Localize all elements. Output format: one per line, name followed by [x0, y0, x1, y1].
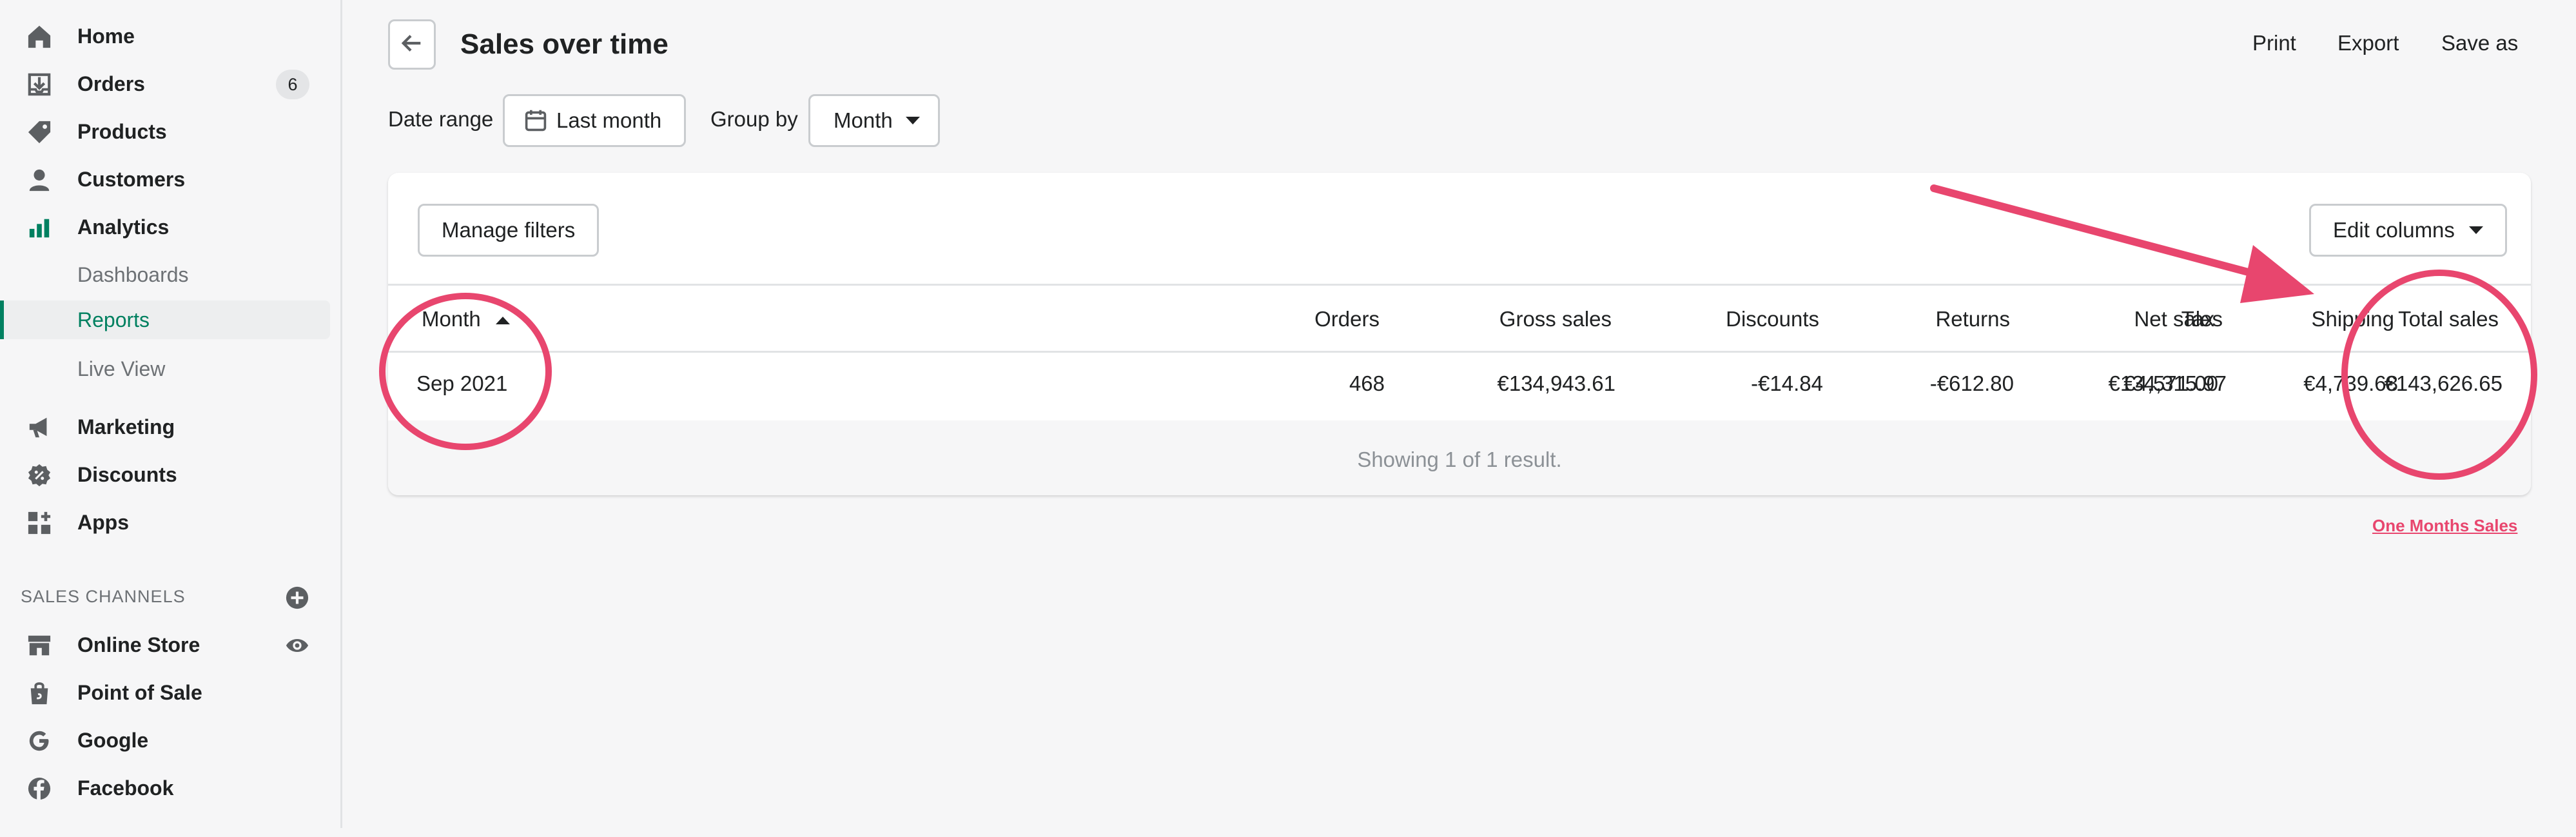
arrow-line [1930, 184, 2267, 280]
cell-tax: €4,571.00 [2123, 371, 2218, 395]
calendar-icon [524, 109, 547, 132]
back-button[interactable] [388, 19, 436, 70]
sidebar-item-label: Analytics [77, 215, 170, 239]
column-header-gross-sales[interactable]: Gross sales [1499, 307, 1612, 331]
sidebar-item-orders[interactable]: Orders 6 [0, 64, 330, 103]
highlight-circle-total-sales [2341, 270, 2537, 480]
edit-columns-label: Edit columns [2333, 218, 2455, 242]
person-icon [26, 166, 53, 193]
manage-filters-button[interactable]: Manage filters [418, 204, 600, 257]
sidebar-item-label: Reports [77, 308, 150, 331]
arrow-head [2240, 245, 2314, 303]
group-by-label: Group by [710, 107, 798, 131]
sidebar-item-online-store[interactable]: Online Store [0, 625, 330, 664]
orders-count-badge: 6 [276, 70, 309, 99]
add-channel-icon[interactable] [284, 584, 311, 611]
sidebar-item-label: Apps [77, 510, 129, 534]
sidebar-item-label: Home [77, 24, 135, 48]
column-header-returns[interactable]: Returns [1935, 307, 2010, 331]
chevron-down-icon [905, 117, 920, 124]
bar-chart-icon [26, 214, 53, 241]
page-title: Sales over time [460, 28, 668, 60]
home-icon [26, 23, 53, 50]
sidebar-item-reports[interactable]: Reports [0, 300, 330, 339]
date-range-button[interactable]: Last month [503, 94, 686, 147]
column-header-orders[interactable]: Orders [1314, 307, 1380, 331]
shopping-bag-icon [26, 680, 53, 707]
google-icon [26, 727, 53, 754]
tag-icon [26, 119, 53, 146]
sidebar-item-label: Point of Sale [77, 680, 202, 704]
sidebar-item-label: Google [77, 728, 149, 752]
column-header-tax[interactable]: Tax [2181, 307, 2214, 331]
sidebar-item-marketing[interactable]: Marketing [0, 408, 330, 446]
sidebar-item-home[interactable]: Home [0, 17, 330, 55]
sidebar-item-analytics[interactable]: Analytics [0, 208, 330, 246]
sidebar-item-apps[interactable]: Apps [0, 503, 330, 542]
sidebar-item-facebook[interactable]: Facebook [0, 769, 330, 807]
date-range-label: Date range [388, 107, 494, 131]
megaphone-icon [26, 414, 53, 441]
date-range-value: Last month [556, 108, 662, 132]
sidebar-item-label: Marketing [77, 415, 175, 438]
cell-gross-sales: €134,943.61 [1497, 371, 1615, 395]
arrow-left-icon [400, 31, 424, 59]
divider [388, 351, 2531, 353]
sidebar-item-customers[interactable]: Customers [0, 160, 330, 199]
discount-icon [26, 462, 53, 489]
cell-orders: 468 [1349, 371, 1385, 395]
sidebar-item-label: Products [77, 119, 167, 143]
sidebar-item-label: Online Store [77, 633, 200, 656]
annotation-caption: One Months Sales [2372, 516, 2518, 535]
sidebar-item-label: Discounts [77, 462, 177, 486]
group-by-select[interactable]: Month [808, 94, 940, 147]
export-button[interactable]: Export [2337, 31, 2399, 55]
group-by-value: Month [834, 108, 893, 132]
sales-channels-title: SALES CHANNELS [21, 587, 186, 606]
arrow-annotation [1930, 184, 2314, 303]
store-icon [26, 632, 53, 659]
edit-columns-button[interactable]: Edit columns [2309, 204, 2507, 257]
column-header-discounts[interactable]: Discounts [1726, 307, 1819, 331]
sidebar-nav: Home Orders 6 Products Customers Analyti… [0, 0, 342, 828]
table-footer: Showing 1 of 1 result. [388, 420, 2531, 495]
print-button[interactable]: Print [2252, 31, 2296, 55]
sidebar-item-label: Dashboards [77, 262, 189, 286]
sidebar-item-dashboards[interactable]: Dashboards [0, 255, 330, 294]
chevron-down-icon [2468, 226, 2483, 234]
cell-discounts: -€14.84 [1751, 371, 1823, 395]
apps-icon [26, 509, 53, 537]
sidebar-item-point-of-sale[interactable]: Point of Sale [0, 673, 330, 712]
sidebar-item-discounts[interactable]: Discounts [0, 455, 330, 494]
sidebar-item-live-view[interactable]: Live View [0, 350, 330, 388]
facebook-icon [26, 775, 53, 802]
highlight-circle-month [379, 293, 552, 450]
sidebar-item-label: Orders [77, 72, 145, 95]
save-as-button[interactable]: Save as [2441, 31, 2518, 55]
cell-returns: -€612.80 [1929, 371, 2014, 395]
results-count: Showing 1 of 1 result. [1357, 448, 1562, 471]
sidebar-item-label: Facebook [77, 776, 174, 800]
orders-icon [26, 71, 53, 98]
eye-icon[interactable] [284, 632, 311, 659]
sidebar-item-label: Live View [77, 357, 166, 380]
sidebar-item-label: Customers [77, 167, 186, 191]
sidebar-item-google[interactable]: Google [0, 721, 330, 760]
sidebar-item-products[interactable]: Products [0, 112, 330, 151]
